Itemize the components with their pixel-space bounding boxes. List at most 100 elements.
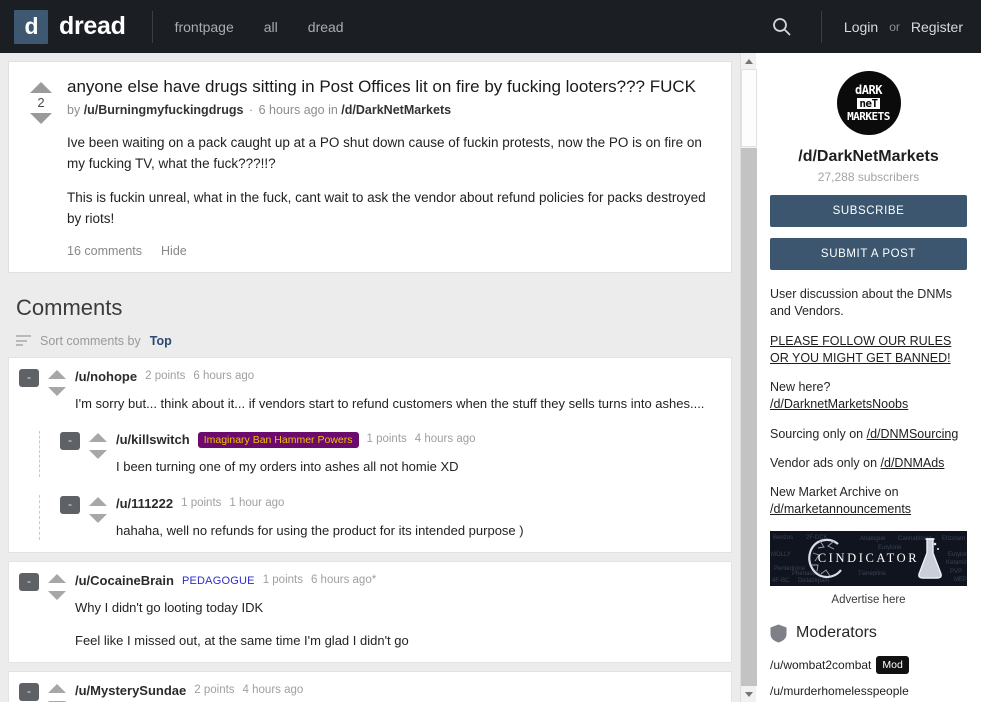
- scrollbar-thumb[interactable]: [741, 69, 757, 147]
- scrollbar-up-arrow-icon[interactable]: [741, 53, 756, 69]
- comment-upvote-icon[interactable]: [48, 684, 66, 693]
- comments-sortbar: Sort comments by Top: [16, 334, 732, 357]
- post-downvote-icon[interactable]: [30, 113, 52, 124]
- comment-timestamp: 1 hour ago: [229, 496, 285, 509]
- scrollbar-track[interactable]: [741, 148, 757, 686]
- community-name[interactable]: /d/DarkNetMarkets: [770, 148, 967, 166]
- comment-downvote-icon[interactable]: [89, 450, 107, 459]
- sidebar-advertisement-banner[interactable]: Benzos 2F-DCK Analogue Cannabinoid Etizo…: [770, 530, 967, 586]
- comment-timestamp: 4 hours ago: [414, 433, 476, 445]
- comment-paragraph: I'm sorry but... think about it... if ve…: [75, 395, 705, 411]
- post-by-label: by: [67, 103, 81, 118]
- advertise-here-link[interactable]: Advertise here: [770, 594, 967, 606]
- sourcing-label: Sourcing only on: [770, 426, 864, 441]
- register-link[interactable]: Register: [911, 19, 963, 35]
- comment-author-link[interactable]: /u/111222: [116, 495, 173, 512]
- comment-upvote-icon[interactable]: [89, 496, 107, 506]
- comment-author-link[interactable]: /u/MysterySundae: [75, 682, 186, 699]
- comment-body: /u/111222 1 points 1 hour ago hahaha, we…: [116, 495, 721, 541]
- dread-logo-icon: d: [14, 9, 48, 44]
- community-sidebar: dARK neT MARKETS /d/DarkNetMarkets 27,28…: [756, 53, 981, 702]
- comment-paragraph: Why I didn't go looting today IDK: [75, 600, 264, 615]
- comment-text: I been turning one of my orders into ash…: [116, 457, 721, 477]
- comment-collapse-button[interactable]: -: [60, 495, 80, 514]
- comment-collapse-button[interactable]: -: [19, 573, 39, 591]
- comment-timestamp: 4 hours ago: [242, 684, 304, 696]
- comment-points: 1 points: [366, 433, 407, 445]
- comment-upvote-icon[interactable]: [48, 574, 66, 583]
- comment-points: 1 points: [262, 574, 303, 586]
- nav-item-dread[interactable]: dread: [308, 19, 344, 35]
- noobs-community-link[interactable]: /d/DarknetMarketsNoobs: [770, 397, 908, 411]
- comment-vote-box: [47, 572, 67, 600]
- comment-author-link[interactable]: /u/CocaineBrain: [75, 572, 174, 589]
- comment: - /u/CocaineBrain PEDAGOGUE 1 points 6 h…: [19, 572, 721, 650]
- post-hide-button[interactable]: Hide: [161, 244, 187, 258]
- post-community-link[interactable]: /d/DarkNetMarkets: [341, 103, 451, 117]
- scrollbar-down-arrow-icon[interactable]: [741, 686, 756, 702]
- comment-row: - /u/killswitch Imaginary Ban Hammer Pow…: [60, 431, 721, 477]
- auth-links: Login or Register: [844, 19, 963, 35]
- moderator-name-link[interactable]: /u/wombat2combat: [770, 658, 871, 672]
- top-navigation-bar: d dread frontpage all dread Login or Reg…: [0, 0, 981, 53]
- nav-item-frontpage[interactable]: frontpage: [175, 19, 234, 35]
- avatar-line-2: neT: [857, 97, 880, 110]
- login-link[interactable]: Login: [844, 19, 878, 35]
- post-card: 2 anyone else have drugs sitting in Post…: [8, 61, 732, 273]
- post-paragraph: Ive been waiting on a pack caught up at …: [67, 135, 702, 171]
- brand-home-link[interactable]: d dread: [14, 9, 126, 44]
- post-score: 2: [37, 95, 45, 110]
- comment-body: /u/CocaineBrain PEDAGOGUE 1 points 6 hou…: [75, 572, 721, 650]
- comment-collapse-button[interactable]: -: [60, 432, 80, 450]
- page-scrollbar[interactable]: [740, 53, 757, 702]
- market-announcements-link[interactable]: /d/marketannouncements: [770, 502, 911, 516]
- auth-separator-label: or: [889, 19, 900, 34]
- moderator-badge: Mod: [876, 655, 909, 674]
- comment-downvote-icon[interactable]: [48, 386, 66, 396]
- search-icon[interactable]: [767, 12, 797, 42]
- comment-meta: /u/MysterySundae 2 points 4 hours ago: [75, 682, 721, 699]
- new-here-label: New here?: [770, 380, 831, 394]
- sourcing-community-link[interactable]: /d/DNMSourcing: [867, 427, 959, 441]
- nav-item-all[interactable]: all: [264, 19, 278, 35]
- comment: - /u/nohope 2 points 6 hours ago I'm sor…: [19, 368, 721, 541]
- vendor-ads-label: Vendor ads only on: [770, 455, 878, 470]
- comment-downvote-icon[interactable]: [89, 513, 107, 523]
- sort-value-dropdown[interactable]: Top: [150, 334, 172, 348]
- subscribe-button[interactable]: SUBSCRIBE: [770, 195, 967, 227]
- post-in-label: in: [328, 103, 338, 118]
- avatar-line-1: dARK: [855, 83, 882, 97]
- comment-author-link[interactable]: /u/nohope: [75, 368, 137, 385]
- rules-link[interactable]: PLEASE FOLLOW OUR RULES OR YOU MIGHT GET…: [770, 334, 951, 365]
- comment-collapse-button[interactable]: -: [19, 368, 39, 387]
- dnmads-community-link[interactable]: /d/DNMAds: [881, 456, 945, 470]
- post-meta-dot: ·: [248, 103, 254, 118]
- community-avatar: dARK neT MARKETS: [836, 71, 901, 135]
- comment-meta: /u/CocaineBrain PEDAGOGUE 1 points 6 hou…: [75, 572, 721, 589]
- ad-brand-text: CINDICATOR: [817, 550, 920, 565]
- comment-row: - /u/111222 1 points 1 hour ago hahaha, …: [60, 495, 721, 541]
- post-comments-count[interactable]: 16 comments: [67, 244, 142, 258]
- subscriber-count: 27,288 subscribers: [817, 170, 920, 184]
- post-upvote-icon[interactable]: [30, 82, 52, 93]
- main-content-scroll-area: 2 anyone else have drugs sitting in Post…: [0, 53, 740, 702]
- moderators-title: Moderators: [796, 624, 877, 641]
- comment-downvote-icon[interactable]: [48, 591, 66, 600]
- submit-post-button[interactable]: SUBMIT A POST: [770, 238, 967, 270]
- moderator-name-link[interactable]: /u/murderhomelesspeople: [770, 684, 909, 698]
- comment-paragraph: I been turning one of my orders into ash…: [116, 459, 459, 474]
- comment-author-link[interactable]: /u/killswitch: [116, 431, 190, 448]
- comment-collapse-button[interactable]: -: [19, 683, 39, 701]
- comment-paragraph: Feel like I missed out, at the same time…: [75, 632, 409, 648]
- header-divider: [820, 10, 822, 43]
- comment-meta: /u/killswitch Imaginary Ban Hammer Power…: [116, 431, 721, 448]
- comment-meta: /u/111222 1 points 1 hour ago: [116, 495, 721, 512]
- sort-label: Sort comments by: [40, 333, 141, 348]
- post-title[interactable]: anyone else have drugs sitting in Post O…: [67, 76, 717, 98]
- ad-flask-icon: [918, 537, 942, 579]
- comment-upvote-icon[interactable]: [89, 433, 107, 442]
- post-paragraph: This is fuckin unreal, what in the fuck,…: [67, 190, 706, 226]
- description-text: User discussion about the DNMs and Vendo…: [770, 287, 953, 319]
- post-author-link[interactable]: /u/Burningmyfuckingdrugs: [84, 103, 244, 117]
- comment-upvote-icon[interactable]: [48, 369, 66, 379]
